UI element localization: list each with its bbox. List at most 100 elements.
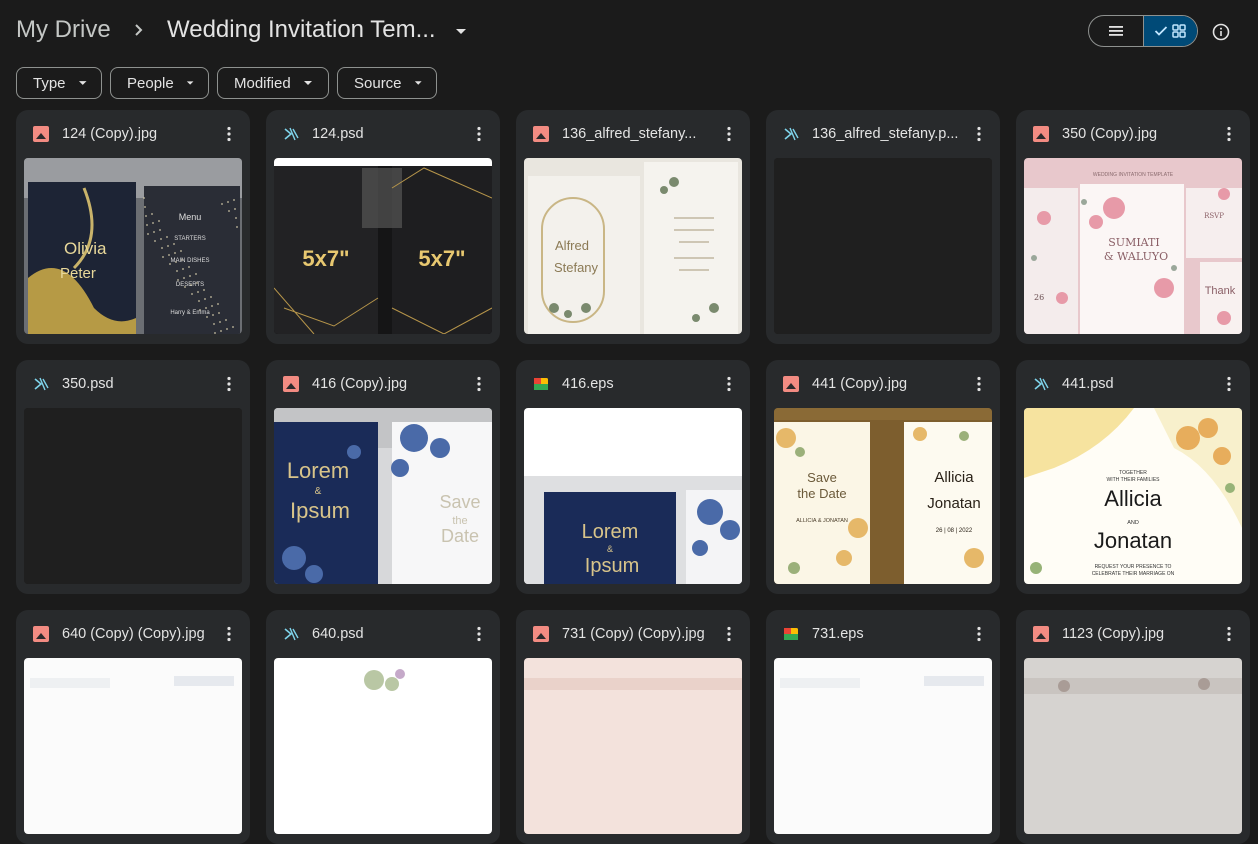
- file-type-icon: [782, 625, 800, 643]
- file-type-icon: [1032, 375, 1050, 393]
- more-actions-button[interactable]: [218, 373, 240, 395]
- more-actions-button[interactable]: [1218, 373, 1240, 395]
- grid-view-button[interactable]: [1142, 16, 1197, 46]
- file-thumbnail[interactable]: Lorem & Ipsum Save the Date: [274, 408, 492, 584]
- more-actions-button[interactable]: [968, 123, 990, 145]
- more-actions-button[interactable]: [468, 623, 490, 645]
- top-bar: My Drive Wedding Invitation Tem...: [0, 0, 1258, 62]
- file-thumbnail[interactable]: [24, 658, 242, 834]
- more-actions-button[interactable]: [1218, 623, 1240, 645]
- file-card[interactable]: 136_alfred_stefany... Alfred Stefany: [516, 110, 750, 344]
- file-card-header: 416 (Copy).jpg: [266, 360, 500, 408]
- file-card[interactable]: 441 (Copy).jpg Save the Date ALLICIA & J…: [766, 360, 1000, 594]
- svg-text:Jonatan: Jonatan: [1094, 528, 1172, 553]
- info-button[interactable]: [1208, 19, 1234, 45]
- more-vert-icon: [227, 376, 231, 392]
- more-vert-icon: [1227, 626, 1231, 642]
- filter-chips: Type People Modified Source: [16, 67, 437, 99]
- more-vert-icon: [477, 376, 481, 392]
- image-file-icon: [533, 126, 549, 142]
- svg-text:26 | 08 | 2022: 26 | 08 | 2022: [936, 528, 973, 534]
- file-card[interactable]: 416 (Copy).jpg Lorem & Ipsum Save the Da…: [266, 360, 500, 594]
- file-card-header: 640.psd: [266, 610, 500, 658]
- more-vert-icon: [1227, 126, 1231, 142]
- more-actions-button[interactable]: [1218, 123, 1240, 145]
- more-actions-button[interactable]: [468, 123, 490, 145]
- file-card[interactable]: 640 (Copy) (Copy).jpg: [16, 610, 250, 844]
- file-thumbnail[interactable]: [24, 408, 242, 584]
- file-thumbnail[interactable]: [524, 658, 742, 834]
- list-view-button[interactable]: [1089, 16, 1143, 46]
- file-thumbnail[interactable]: [274, 658, 492, 834]
- breadcrumb-my-drive[interactable]: My Drive: [16, 16, 111, 44]
- file-thumbnail[interactable]: [774, 658, 992, 834]
- filter-source[interactable]: Source: [337, 67, 437, 99]
- file-card[interactable]: 124.psd 5x7" 5x7": [266, 110, 500, 344]
- more-actions-button[interactable]: [218, 623, 240, 645]
- file-name: 1123 (Copy).jpg: [1062, 626, 1165, 642]
- svg-text:Menu: Menu: [179, 212, 202, 222]
- file-thumbnail[interactable]: [774, 158, 992, 334]
- more-actions-button[interactable]: [218, 123, 240, 145]
- file-card[interactable]: 731 (Copy) (Copy).jpg: [516, 610, 750, 844]
- file-card[interactable]: 441.psd TOGETHER WITH THEIR FAMILIES All…: [1016, 360, 1250, 594]
- filter-people[interactable]: People: [110, 67, 209, 99]
- file-thumbnail[interactable]: Save the Date ALLICIA & JONATAN Allicia …: [774, 408, 992, 584]
- svg-text:WEDDING INVITATION TEMPLATE: WEDDING INVITATION TEMPLATE: [1093, 172, 1174, 178]
- file-card[interactable]: 416.eps Lorem & Ipsum: [516, 360, 750, 594]
- more-vert-icon: [477, 126, 481, 142]
- file-thumbnail[interactable]: Olivia Peter Menu STARTERS MAIN DISHES D…: [24, 158, 242, 334]
- file-thumbnail[interactable]: Lorem & Ipsum: [524, 408, 742, 584]
- file-card[interactable]: 136_alfred_stefany.p...: [766, 110, 1000, 344]
- more-actions-button[interactable]: [718, 123, 740, 145]
- more-actions-button[interactable]: [968, 373, 990, 395]
- file-card[interactable]: 731.eps: [766, 610, 1000, 844]
- file-type-icon: [782, 375, 800, 393]
- file-grid: 124 (Copy).jpg Olivia Peter Menu STARTER…: [16, 110, 1250, 844]
- more-actions-button[interactable]: [968, 623, 990, 645]
- breadcrumb-current-folder[interactable]: Wedding Invitation Tem...: [167, 16, 436, 44]
- more-actions-button[interactable]: [718, 373, 740, 395]
- file-card[interactable]: 640.psd: [266, 610, 500, 844]
- file-thumbnail[interactable]: TOGETHER WITH THEIR FAMILIES Allicia AND…: [1024, 408, 1242, 584]
- svg-text:&: &: [607, 544, 613, 554]
- file-name: 350.psd: [62, 376, 114, 392]
- file-card[interactable]: 1123 (Copy).jpg: [1016, 610, 1250, 844]
- file-type-icon: [32, 625, 50, 643]
- photoshop-file-icon: [1034, 377, 1049, 391]
- svg-text:STARTERS: STARTERS: [174, 236, 205, 242]
- file-card[interactable]: 350 (Copy).jpg WEDDING INVITATION TEMPLA…: [1016, 110, 1250, 344]
- file-thumbnail[interactable]: [1024, 658, 1242, 834]
- caret-down-icon: [303, 81, 312, 85]
- filter-label: Modified: [234, 74, 291, 92]
- file-card[interactable]: 350.psd: [16, 360, 250, 594]
- filter-type[interactable]: Type: [16, 67, 102, 99]
- file-type-icon: [282, 625, 300, 643]
- file-type-icon: [1032, 625, 1050, 643]
- svg-text:REQUEST YOUR PRESENCE TO: REQUEST YOUR PRESENCE TO: [1095, 564, 1172, 570]
- svg-text:Thank: Thank: [1205, 285, 1236, 297]
- caret-down-icon[interactable]: [452, 24, 470, 38]
- file-card-header: 136_alfred_stefany...: [516, 110, 750, 158]
- filter-label: Type: [33, 74, 66, 92]
- file-card-header: 124.psd: [266, 110, 500, 158]
- file-type-icon: [282, 375, 300, 393]
- more-actions-button[interactable]: [718, 623, 740, 645]
- file-name: 441.psd: [1062, 376, 1114, 392]
- eps-file-icon: [534, 378, 548, 390]
- file-card-header: 350.psd: [16, 360, 250, 408]
- file-thumbnail[interactable]: Alfred Stefany: [524, 158, 742, 334]
- image-file-icon: [283, 376, 299, 392]
- svg-text:Peter: Peter: [60, 265, 96, 282]
- filter-modified[interactable]: Modified: [217, 67, 329, 99]
- more-vert-icon: [727, 376, 731, 392]
- file-name: 640.psd: [312, 626, 364, 642]
- file-card[interactable]: 124 (Copy).jpg Olivia Peter Menu STARTER…: [16, 110, 250, 344]
- file-thumbnail[interactable]: WEDDING INVITATION TEMPLATE SUMIATI & WA…: [1024, 158, 1242, 334]
- svg-text:ALLICIA & JONATAN: ALLICIA & JONATAN: [796, 518, 848, 524]
- more-vert-icon: [977, 376, 981, 392]
- file-card-header: 441.psd: [1016, 360, 1250, 408]
- svg-text:&: &: [315, 486, 322, 497]
- file-thumbnail[interactable]: 5x7" 5x7": [274, 158, 492, 334]
- more-actions-button[interactable]: [468, 373, 490, 395]
